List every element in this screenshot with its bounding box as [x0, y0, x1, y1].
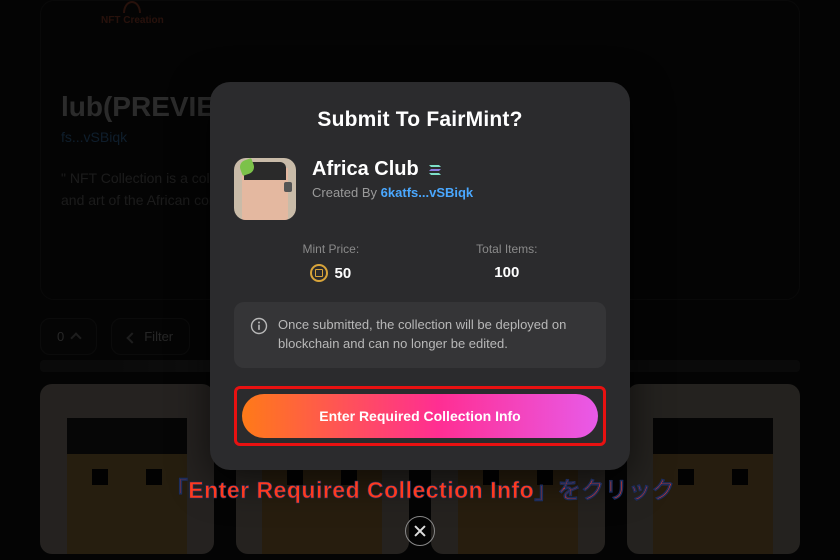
- creator-link[interactable]: 6katfs...vSBiqk: [381, 185, 474, 200]
- info-text: Once submitted, the collection will be d…: [278, 316, 590, 354]
- total-items-stat: Total Items: 100: [476, 242, 537, 282]
- collection-header: Africa Club Created By 6katfs...vSBiqk: [234, 158, 606, 220]
- modal-title: Submit To FairMint?: [234, 108, 606, 132]
- info-notice: Once submitted, the collection will be d…: [234, 302, 606, 368]
- close-button[interactable]: [405, 516, 435, 546]
- created-by-label: Created By: [312, 185, 377, 200]
- mint-price-label: Mint Price:: [302, 242, 359, 256]
- coin-icon: [310, 264, 328, 282]
- info-icon: [250, 317, 268, 335]
- collection-name: Africa Club: [312, 158, 419, 181]
- total-items-value: 100: [494, 264, 519, 281]
- close-icon: [414, 525, 426, 537]
- solana-icon: [427, 162, 443, 178]
- created-by-row: Created By 6katfs...vSBiqk: [312, 185, 606, 200]
- submit-modal: Submit To FairMint? Africa Club Creat: [210, 82, 630, 470]
- total-items-label: Total Items:: [476, 242, 537, 256]
- stats-row: Mint Price: 50 Total Items: 100: [234, 242, 606, 282]
- enter-collection-info-button[interactable]: Enter Required Collection Info: [242, 394, 598, 438]
- mint-price-stat: Mint Price: 50: [302, 242, 359, 282]
- mint-price-value: 50: [334, 265, 351, 282]
- collection-avatar: [234, 158, 296, 220]
- cta-highlight: Enter Required Collection Info: [234, 386, 606, 446]
